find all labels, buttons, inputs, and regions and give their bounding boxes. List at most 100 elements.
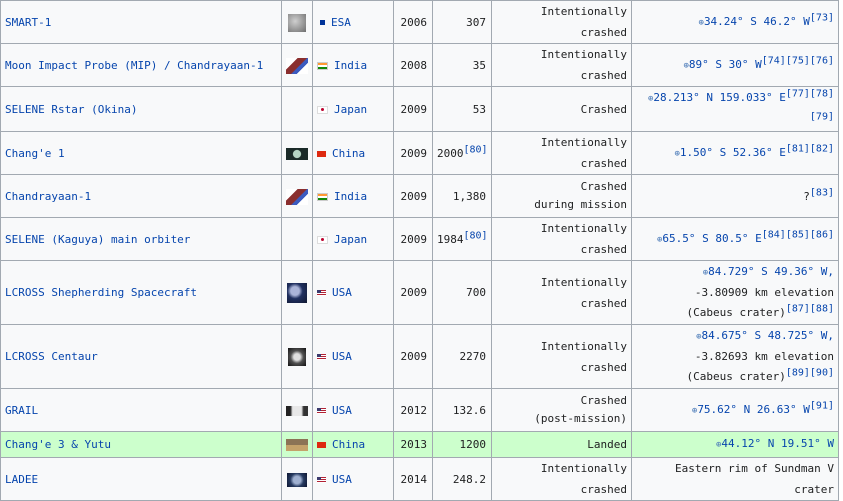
reference-link[interactable]: [83] [810,187,834,198]
country-link[interactable]: China [332,147,365,160]
location-line: ⊕89° S 30° W[74][75][76] [636,54,834,77]
reference-link[interactable]: [84][85][86] [762,229,834,240]
mission-image-cell [281,0,313,44]
location-line: ⊕34.24° S 46.2° W[73] [636,11,834,34]
country-link[interactable]: India [334,190,367,203]
coordinates-link[interactable]: 34.24° S 46.2° W [704,15,810,28]
spacecraft-icon[interactable] [286,147,308,160]
india-flag-icon [317,192,328,201]
mission-image-cell [281,86,313,132]
reference-link[interactable]: [74][75][76] [762,55,834,66]
fate-text: Intentionally crashed [540,48,627,82]
mission-name-link[interactable]: SELENE (Kaguya) main orbiter [0,217,282,261]
country-link[interactable]: India [334,59,367,72]
mission-name-link[interactable]: LCROSS Shepherding Spacecraft [0,260,282,325]
year-cell: 2008 [393,43,433,87]
coordinates-link[interactable]: 65.5° S 80.5° E [662,232,761,245]
mass-cell: 53 [432,86,492,132]
grail-icon[interactable] [286,405,308,416]
mission-name-link[interactable]: Chandrayaan-1 [0,174,282,218]
coordinates-link[interactable]: 28.213° N 159.033° E [653,91,785,104]
impact-sites-table: SMART-1 ESA 2006 307 Intentionally crashed ⊕3… [0,0,839,501]
location-cell: ⊕34.24° S 46.2° W[73] [631,0,839,44]
ladee-icon[interactable] [287,472,307,487]
probe-icon[interactable] [286,57,308,74]
fate-text: Crashed [580,102,627,116]
esa-flag-icon [320,20,325,25]
mission-image-cell [281,431,313,458]
fate-text: Landed [587,438,627,451]
mass-value: 700 [466,286,486,299]
fate-text: Intentionally crashed [540,339,627,374]
country-link[interactable]: USA [332,286,352,299]
reference-link[interactable]: [91] [810,400,834,411]
reference-link[interactable]: [80] [464,230,488,241]
mass-value: 53 [472,102,486,116]
location-cell: ⊕84.729° S 49.36° W, -3.80909 km elevatio… [631,260,839,325]
mission-image-cell [281,217,313,261]
reference-link[interactable]: [73] [810,12,834,23]
country-link[interactable]: Japan [334,233,367,246]
fate-cell: Intentionally crashed [491,324,632,389]
mass-cell: 700 [432,260,492,325]
year-cell: 2009 [393,131,433,175]
fate-cell: Crashed during mission [491,174,632,218]
mission-image-cell [281,324,313,389]
probe-icon[interactable] [286,188,308,205]
mass-value: 2270 [459,350,487,363]
usa-flag-icon [317,407,326,414]
coordinates-link[interactable]: 44.12° N 19.51° W [721,437,834,450]
mission-name-link[interactable]: Moon Impact Probe (MIP) / Chandrayaan-1 [0,43,282,87]
location-cell: ⊕89° S 30° W[74][75][76] [631,43,839,87]
mission-name-link[interactable]: LCROSS Centaur [0,324,282,389]
moon-surface-icon[interactable] [288,13,306,32]
reference-link[interactable]: [81][82] [786,143,834,154]
location-cell: ?[83] [631,174,839,218]
coordinates-link[interactable]: 1.50° S 52.36° E [680,146,786,159]
centaur-icon[interactable] [288,348,306,366]
china-flag-icon [317,442,326,448]
year-cell: 2014 [393,457,433,501]
coordinates-link[interactable]: 84.729° S 49.36° W, [708,265,834,278]
location-cell: Eastern rim of Sundman V crater [631,457,839,501]
mission-name-link[interactable]: Chang'e 1 [0,131,282,175]
location-line: -3.80909 km elevation [636,283,834,303]
table-row: SMART-1 ESA 2006 307 Intentionally crashed ⊕3… [0,0,839,44]
reference-link[interactable]: [89][90] [786,367,834,378]
mass-cell: 35 [432,43,492,87]
country-link[interactable]: USA [332,473,352,486]
country-link[interactable]: Japan [334,103,367,116]
mission-name-link[interactable]: SELENE Rstar (Okina) [0,86,282,132]
coordinates-link[interactable]: 84.675° S 48.725° W, [702,329,834,342]
country-link[interactable]: China [332,438,365,451]
mass-value: 2000 [437,146,464,160]
mission-name-link[interactable]: GRAIL [0,388,282,432]
fate-text: Crashed [580,394,627,407]
mission-name-link[interactable]: Chang'e 3 & Yutu [0,431,282,458]
mission-name-link[interactable]: SMART-1 [0,0,282,44]
reference-link[interactable]: [80] [464,144,488,155]
location-text: (Cabeus crater) [686,306,786,319]
coordinates-link[interactable]: 89° S 30° W [689,58,762,71]
mission-name-link[interactable]: LADEE [0,457,282,501]
location-cell: ⊕84.675° S 48.725° W, -3.82693 km elevati… [631,324,839,389]
location-cell: ⊕75.62° N 26.63° W[91] [631,388,839,432]
location-line: ⊕28.213° N 159.033° E[77][78][79] [636,88,834,131]
mission-image-cell [281,43,313,87]
year-cell: 2009 [393,217,433,261]
coordinates-link[interactable]: 75.62° N 26.63° W [697,403,810,416]
country-link[interactable]: ESA [331,16,351,29]
year-cell: 2009 [393,260,433,325]
lcross-icon[interactable] [287,283,307,303]
reference-link[interactable]: [87][88] [786,303,834,314]
usa-flag-icon [317,476,326,483]
year-cell: 2009 [393,86,433,132]
japan-flag-icon [317,235,328,244]
reference-link[interactable]: [77][78][79] [786,88,834,122]
table-row: GRAIL USA 2012 132.6 Crashed (post-mission) ⊕7… [0,388,839,432]
fate-text: Intentionally crashed [540,136,627,170]
mass-value: 1,380 [452,189,486,203]
rover-icon[interactable] [286,439,308,451]
country-link[interactable]: USA [332,404,352,417]
country-link[interactable]: USA [332,350,352,363]
